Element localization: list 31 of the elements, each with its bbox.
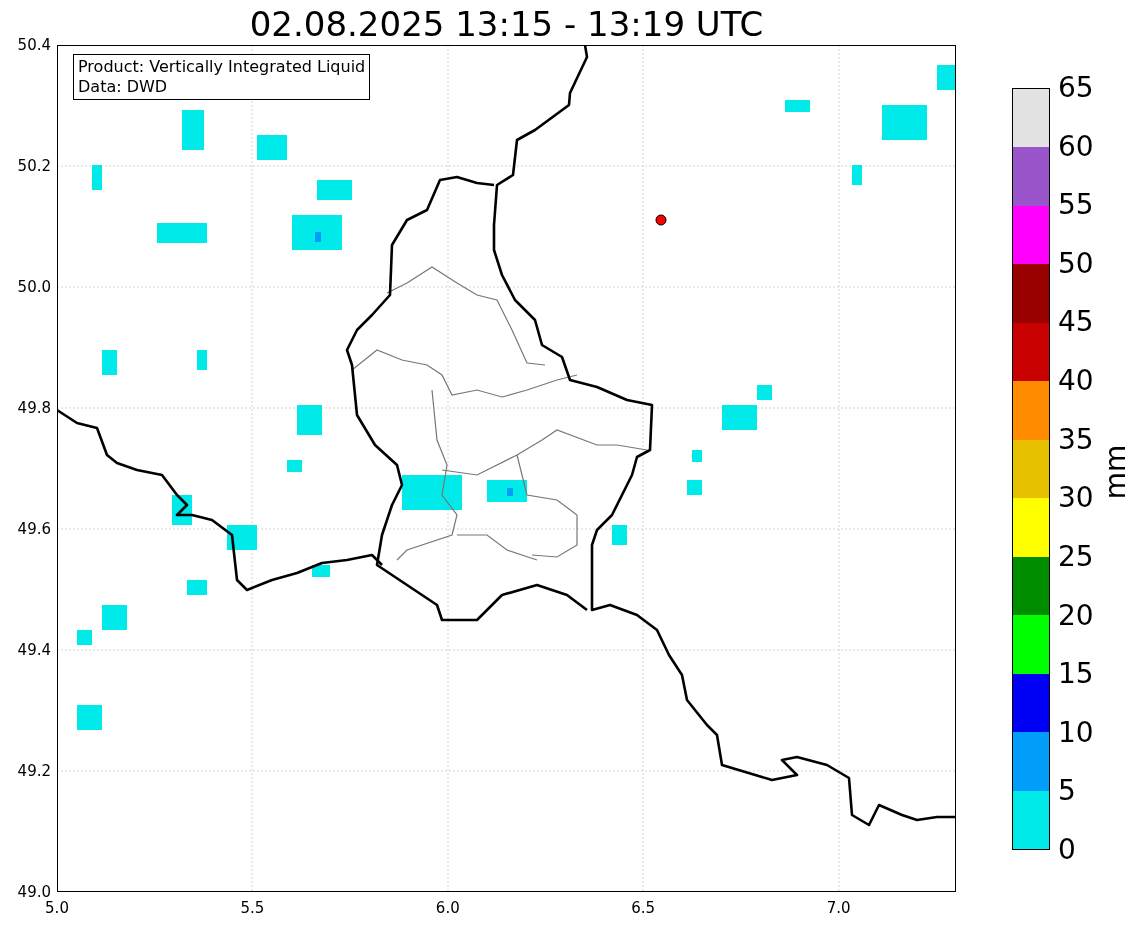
x-tick-label: 7.0: [826, 899, 851, 917]
colorbar-tick-label: 35: [1058, 423, 1094, 456]
x-tick-label: 5.0: [45, 899, 69, 917]
colorbar-tick-label: 55: [1058, 189, 1094, 222]
colorbar-label: mm: [1100, 443, 1132, 502]
y-tick-label: 49.2: [17, 762, 51, 780]
colorbar-tick-label: 0: [1058, 834, 1076, 866]
y-tick-label: 49.8: [17, 399, 51, 417]
colorbar-tick-label: 45: [1058, 306, 1094, 339]
colorbar-tick-label: 20: [1058, 599, 1094, 632]
y-tick-label: 50.2: [17, 157, 51, 175]
x-tick-label: 6.0: [435, 899, 460, 917]
y-tick-label: 49.0: [17, 883, 51, 901]
colorbar-tick-label: 5: [1058, 775, 1076, 808]
colorbar-tick-label: 65: [1058, 72, 1094, 104]
colorbar-tick-label: 25: [1058, 540, 1094, 573]
station-marker: [655, 214, 667, 226]
y-tick-label: 49.4: [17, 641, 51, 659]
legend-box: Product: Vertically Integrated Liquid Data: DWD: [73, 54, 371, 100]
chart-title: 02.08.2025 13:15 - 13:19 UTC: [248, 3, 765, 46]
colorbar-tick-label: 15: [1058, 658, 1094, 691]
colorbar-tick-label: 10: [1058, 716, 1094, 749]
colorbar-tick-label: 60: [1058, 130, 1094, 163]
y-tick-label: 49.6: [17, 520, 51, 538]
y-tick-label: 50.0: [17, 278, 51, 296]
y-tick-label: 50.4: [17, 36, 51, 54]
colorbar-tick-label: 30: [1058, 482, 1094, 515]
colorbar-tick-label: 40: [1058, 365, 1094, 398]
colorbar-tick-label: 50: [1058, 247, 1094, 280]
x-tick-label: 6.5: [631, 899, 656, 917]
x-tick-label: 5.5: [240, 899, 265, 917]
